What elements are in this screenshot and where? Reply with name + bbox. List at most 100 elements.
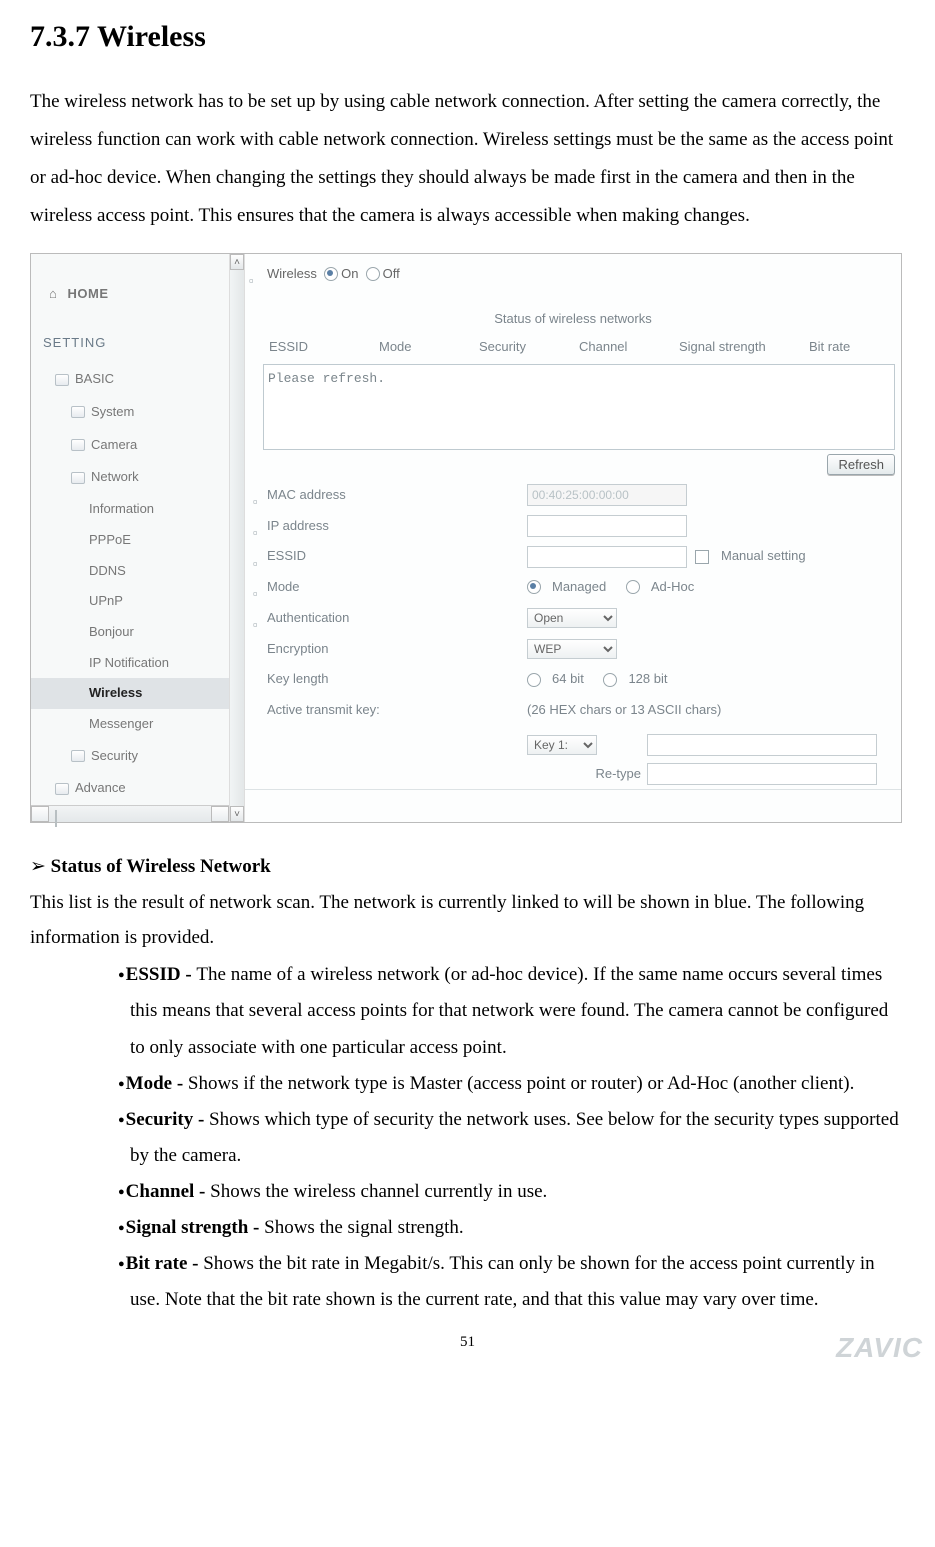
sidebar-messenger[interactable]: Messenger <box>31 709 229 740</box>
network-listbox[interactable]: Please refresh. <box>263 364 895 450</box>
bullet-icon <box>249 269 259 279</box>
sidebar-network[interactable]: Network <box>31 461 229 494</box>
sidebar-ddns[interactable]: DDNS <box>31 556 229 587</box>
sidebar-hscroll[interactable] <box>31 805 229 822</box>
essid-input[interactable] <box>527 546 687 568</box>
bullet-icon <box>253 490 263 500</box>
keylen-128-radio[interactable] <box>603 673 617 687</box>
mode-managed-radio[interactable] <box>527 580 541 594</box>
section-title: 7.3.7 Wireless <box>30 8 905 65</box>
chevron-down-icon[interactable]: ˅ <box>230 806 244 822</box>
mode-text: Shows if the network type is Master (acc… <box>188 1073 854 1094</box>
enc-select[interactable]: WEP <box>527 639 617 659</box>
bullet-icon <box>253 552 263 562</box>
auth-select[interactable]: Open <box>527 608 617 628</box>
list-item: ESSID - The name of a wireless network (… <box>130 957 905 1065</box>
main-panel: Wireless On Off Status of wireless netwo… <box>245 254 901 822</box>
folder-icon <box>71 406 85 418</box>
essid-term: ESSID - <box>126 964 197 985</box>
folder-icon <box>71 750 85 762</box>
sidebar-setting-header: SETTING <box>31 327 229 364</box>
bullet-icon <box>253 613 263 623</box>
sidebar-advance[interactable]: Advance <box>31 772 229 805</box>
folder-icon <box>71 472 85 484</box>
active-key-note: (26 HEX chars or 13 ASCII chars) <box>527 698 895 723</box>
sidebar-basic[interactable]: BASIC <box>31 363 229 396</box>
sidebar-ip-notification[interactable]: IP Notification <box>31 648 229 679</box>
scroll-thumb[interactable] <box>55 810 57 827</box>
list-item: Bit rate - Shows the bit rate in Megabit… <box>130 1246 905 1318</box>
col-channel: Channel <box>579 335 679 360</box>
sidebar-system-label: System <box>91 400 134 425</box>
ip-label: IP address <box>267 514 527 539</box>
signal-text: Shows the signal strength. <box>264 1217 464 1238</box>
manual-setting-checkbox[interactable] <box>695 550 709 564</box>
signal-term: Signal strength - <box>126 1217 264 1238</box>
scroll-right-icon[interactable] <box>211 806 229 822</box>
sidebar-wireless[interactable]: Wireless <box>31 678 229 709</box>
keylen-128-label: 128 bit <box>628 667 667 692</box>
bullet-icon <box>253 521 263 531</box>
retype-label: Re-type <box>527 762 647 787</box>
list-item: Signal strength - Shows the signal stren… <box>130 1210 905 1246</box>
list-item: Mode - Shows if the network type is Mast… <box>130 1066 905 1102</box>
chevron-up-icon[interactable]: ˄ <box>230 254 244 270</box>
bitrate-text: Shows the bit rate in Megabit/s. This ca… <box>130 1253 875 1310</box>
col-mode: Mode <box>379 335 479 360</box>
key1-input[interactable] <box>647 734 877 756</box>
enc-label: Encryption <box>267 637 527 662</box>
retype-input[interactable] <box>647 763 877 785</box>
splitter[interactable]: ˄ ˅ <box>230 254 245 822</box>
settings-screenshot: ⌂ HOME SETTING BASIC System Camera Netwo… <box>30 253 902 823</box>
col-signal: Signal strength <box>679 335 809 360</box>
folder-icon <box>55 783 69 795</box>
wireless-label: Wireless <box>267 262 317 287</box>
sidebar-home[interactable]: ⌂ HOME <box>31 260 229 327</box>
sidebar-network-label: Network <box>91 465 139 490</box>
status-subtitle: Status of Wireless Network <box>30 849 905 885</box>
mode-term: Mode - <box>126 1073 188 1094</box>
mode-label: Mode <box>267 575 527 600</box>
sidebar: ⌂ HOME SETTING BASIC System Camera Netwo… <box>31 254 230 822</box>
brand-logo: ZAVIC <box>836 1321 923 1374</box>
status-header: Status of wireless networks <box>245 295 901 334</box>
sidebar-upnp[interactable]: UPnP <box>31 586 229 617</box>
wireless-off-radio[interactable] <box>366 267 380 281</box>
sidebar-information[interactable]: Information <box>31 494 229 525</box>
intro-paragraph: The wireless network has to be set up by… <box>30 83 905 235</box>
essid-label: ESSID <box>267 544 527 569</box>
page-number: 51 <box>30 1328 905 1357</box>
keylen-label: Key length <box>267 667 527 692</box>
scroll-left-icon[interactable] <box>31 806 49 822</box>
security-term: Security - <box>126 1109 209 1130</box>
network-table-header: ESSID Mode Security Channel Signal stren… <box>245 333 901 362</box>
folder-icon <box>55 374 69 386</box>
folder-icon <box>71 439 85 451</box>
definition-list: ESSID - The name of a wireless network (… <box>90 957 905 1318</box>
sidebar-pppoe[interactable]: PPPoE <box>31 525 229 556</box>
col-essid: ESSID <box>269 335 379 360</box>
mode-adhoc-label: Ad-Hoc <box>651 575 694 600</box>
bitrate-term: Bit rate - <box>126 1253 204 1274</box>
wireless-off-label: Off <box>383 262 400 287</box>
sidebar-advance-label: Advance <box>75 776 126 801</box>
sidebar-camera[interactable]: Camera <box>31 429 229 462</box>
refresh-button[interactable]: Refresh <box>827 454 895 475</box>
sidebar-system[interactable]: System <box>31 396 229 429</box>
col-security: Security <box>479 335 579 360</box>
sidebar-bonjour[interactable]: Bonjour <box>31 617 229 648</box>
sidebar-camera-label: Camera <box>91 433 137 458</box>
key1-select[interactable]: Key 1: <box>527 735 597 755</box>
ip-input[interactable] <box>527 515 687 537</box>
sidebar-security[interactable]: Security <box>31 740 229 773</box>
keylen-64-label: 64 bit <box>552 667 584 692</box>
mode-managed-label: Managed <box>552 575 606 600</box>
footer: 51 ZAVIC <box>30 1328 905 1368</box>
mode-adhoc-radio[interactable] <box>626 580 640 594</box>
channel-term: Channel - <box>126 1181 210 1202</box>
channel-text: Shows the wireless channel currently in … <box>210 1181 547 1202</box>
keylen-64-radio[interactable] <box>527 673 541 687</box>
wireless-on-radio[interactable] <box>324 267 338 281</box>
home-icon: ⌂ <box>49 282 57 307</box>
list-item: Security - Shows which type of security … <box>130 1102 905 1174</box>
